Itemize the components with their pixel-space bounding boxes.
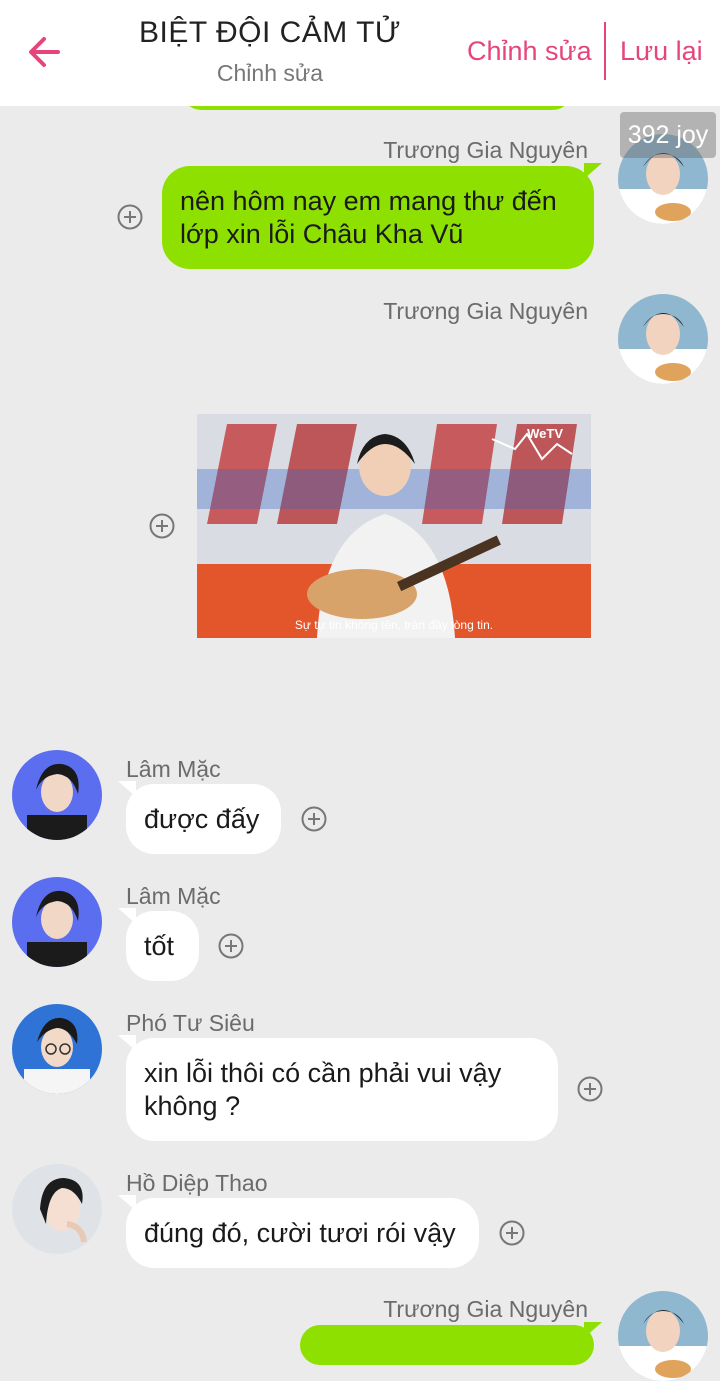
message-image[interactable]: WeTV Sự tự tin không tên, tràn đầy lòng … — [197, 414, 591, 638]
avatar-truong-gia-nguyen[interactable] — [618, 294, 708, 384]
message-text: nên hôm nay em mang thư đến lớp xin lỗi … — [180, 186, 557, 249]
add-reaction-icon[interactable] — [117, 204, 143, 230]
edit-button[interactable]: Chỉnh sửa — [467, 36, 592, 67]
avatar-lam-mac[interactable] — [12, 750, 102, 840]
add-reaction-icon[interactable] — [577, 1076, 603, 1102]
top-bar: BIỆT ĐỘI CẢM TỬ Chỉnh sửa Chỉnh sửa Lưu … — [0, 0, 720, 106]
header-divider — [604, 22, 606, 80]
avatar-lam-mac[interactable] — [12, 877, 102, 967]
message-text: được đấy — [144, 804, 260, 834]
sender-name: Trương Gia Nguyên — [383, 137, 588, 163]
message-bubble[interactable]: tốt — [118, 908, 199, 981]
sender-name: Trương Gia Nguyên — [383, 1296, 588, 1322]
avatar-ho-diep-thao[interactable] — [12, 1164, 102, 1254]
chat-thread[interactable]: 392 joy Trương Gia Nguyên nên hôm nay em… — [0, 66, 720, 1381]
add-reaction-icon[interactable] — [218, 933, 244, 959]
save-button[interactable]: Lưu lại — [620, 36, 703, 67]
watermark-text: WeTV — [527, 426, 563, 441]
avatar-truong-gia-nguyen[interactable] — [618, 1291, 708, 1381]
add-reaction-icon[interactable] — [499, 1220, 525, 1246]
arrow-left-icon[interactable] — [24, 30, 64, 74]
message-text: xin lỗi thôi có cần phải vui vậy không ? — [144, 1058, 502, 1121]
message-bubble-partial-bottom[interactable] — [300, 1322, 602, 1365]
image-caption: Sự tự tin không tên, tràn đầy lòng tin. — [294, 618, 494, 632]
avatar-pho-tu-sieu[interactable] — [12, 1004, 102, 1094]
sender-name: Hồ Diệp Thao — [126, 1170, 268, 1196]
chat-subtitle: Chỉnh sửa — [216, 60, 324, 86]
message-text: đúng đó, cười tươi rói vậy — [144, 1218, 456, 1248]
sender-name: Lâm Mặc — [126, 883, 221, 909]
message-bubble[interactable]: xin lỗi thôi có cần phải vui vậy không ? — [118, 1035, 558, 1141]
joy-count-badge: 392 joy — [620, 112, 716, 158]
chat-title: BIỆT ĐỘI CẢM TỬ — [138, 16, 402, 49]
sender-name: Phó Tư Siêu — [126, 1010, 255, 1036]
message-bubble[interactable]: đúng đó, cười tươi rói vậy — [118, 1195, 479, 1268]
message-bubble[interactable]: được đấy — [118, 781, 281, 854]
sender-name: Lâm Mặc — [126, 756, 221, 782]
message-text: tốt — [144, 931, 175, 961]
add-reaction-icon[interactable] — [149, 513, 175, 539]
sender-name: Trương Gia Nguyên — [383, 298, 588, 324]
message-bubble[interactable]: nên hôm nay em mang thư đến lớp xin lỗi … — [162, 163, 602, 269]
add-reaction-icon[interactable] — [301, 806, 327, 832]
